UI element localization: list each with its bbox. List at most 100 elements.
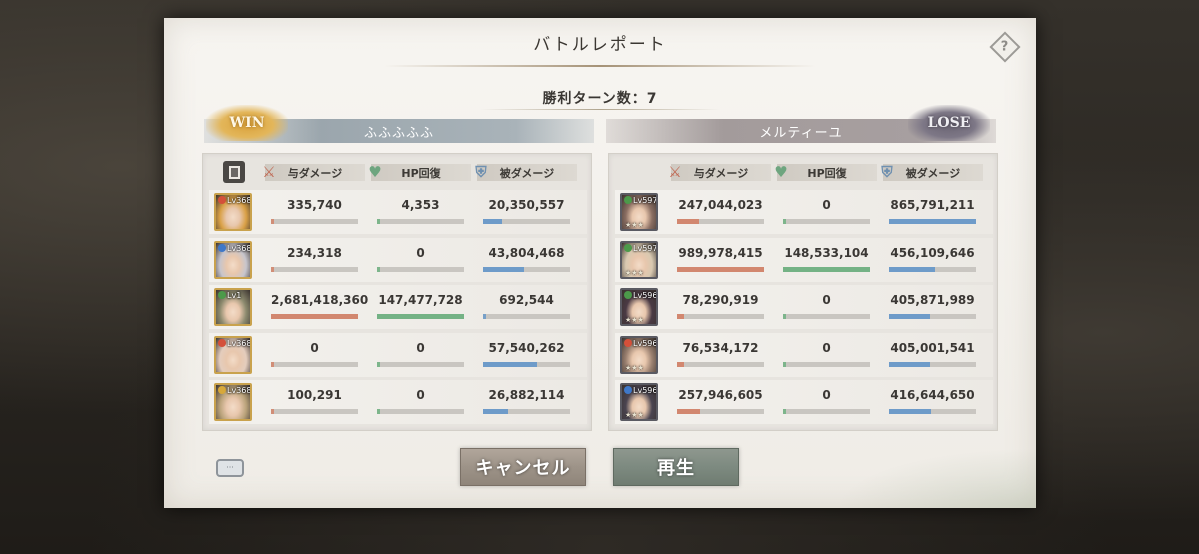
damage-taken-bar [889, 266, 976, 272]
column-damage-taken: ⛨ 被ダメージ [475, 163, 577, 181]
bar-fill [271, 409, 274, 414]
bar-fill [483, 409, 509, 414]
hp-recovery-value: 0 [822, 388, 831, 402]
member-row: Lv1 2,681,418,360 147,477,728 692,544 [209, 285, 587, 329]
damage-taken-bar [483, 219, 570, 224]
damage-dealt-value: 234,318 [287, 245, 342, 260]
character-portrait[interactable]: Lv368 [214, 193, 252, 231]
damage-taken-value: 865,791,211 [890, 198, 975, 212]
hp-recovery-value: 0 [822, 293, 831, 307]
damage-dealt-bar [271, 219, 358, 224]
member-row: Lv368 234,318 0 43,804,468 [209, 237, 587, 282]
cancel-button[interactable]: キャンセル [460, 448, 586, 486]
column-label: 与ダメージ [693, 166, 749, 180]
damage-taken-value: 20,350,557 [488, 198, 565, 212]
level-text: Lv368 [227, 386, 252, 395]
level-text: Lv368 [227, 196, 252, 205]
bar-fill [271, 219, 274, 224]
column-label: 与ダメージ [287, 166, 343, 180]
damage-dealt-value: 76,534,172 [682, 340, 759, 355]
damage-dealt-bar [271, 361, 358, 367]
bar-fill [271, 266, 274, 272]
bar-fill [677, 266, 764, 272]
damage-taken-value: 26,882,114 [488, 388, 565, 402]
character-portrait[interactable]: Lv596 ★★★ [620, 383, 658, 421]
column-label: 被ダメージ [499, 166, 555, 180]
member-row: Lv596 ★★★ 76,534,172 0 405,001,541 [615, 332, 993, 377]
shield-icon: ⛨ [881, 163, 893, 181]
damage-taken-value: 416,644,650 [890, 388, 975, 402]
damage-dealt-bar [271, 266, 358, 272]
question-diamond-icon: ? [989, 31, 1021, 63]
heart-icon: ♥ [368, 163, 382, 181]
hp-recovery-value: 147,477,728 [378, 293, 463, 307]
damage-taken-bar [889, 314, 976, 319]
damage-dealt-value: 335,740 [287, 198, 342, 212]
bar-fill [783, 314, 786, 319]
member-row: Lv368 335,740 4,353 20,350,557 [209, 190, 587, 234]
damage-taken-bar [483, 266, 570, 272]
bar-fill [783, 219, 786, 224]
hp-recovery-bar [783, 409, 870, 414]
bar-fill [677, 409, 700, 414]
hp-recovery-bar [783, 361, 870, 367]
damage-dealt-value: 989,978,415 [678, 245, 763, 260]
damage-dealt-bar [271, 409, 358, 414]
bar-fill [483, 266, 524, 272]
help-button[interactable]: ? [989, 31, 1021, 63]
element-icon [624, 291, 632, 299]
bar-fill [377, 361, 380, 367]
level-label: Lv1 [218, 291, 241, 300]
damage-dealt-value: 78,290,919 [682, 293, 759, 307]
hp-recovery-bar [377, 219, 464, 224]
character-portrait[interactable]: Lv1 [214, 288, 252, 326]
character-portrait[interactable]: Lv368 [214, 383, 252, 421]
star-rating-icon: ★★★ [625, 268, 644, 277]
star-rating-icon: ★★★ [625, 411, 644, 419]
win-badge: WIN [206, 105, 288, 141]
member-row: Lv597 ★★★ 247,044,023 0 865,791,211 [615, 190, 993, 234]
hp-recovery-bar [783, 314, 870, 319]
hp-recovery-value: 4,353 [401, 198, 440, 212]
column-label: 被ダメージ [905, 166, 961, 180]
toggle-view-icon[interactable] [223, 161, 245, 183]
level-text: Lv597 [633, 243, 658, 253]
bar-fill [677, 314, 684, 319]
damage-dealt-bar [677, 266, 764, 272]
bar-fill [271, 361, 274, 367]
member-row: Lv596 ★★★ 257,946,605 0 416,644,650 [615, 380, 993, 424]
damage-taken-bar [483, 314, 570, 319]
play-button[interactable]: 再生 [613, 448, 739, 486]
level-text: Lv596 [633, 338, 658, 348]
column-damage-dealt: ⚔ 与ダメージ [668, 163, 771, 181]
level-text: Lv1 [227, 291, 242, 300]
character-portrait[interactable]: Lv368 [214, 240, 252, 279]
damage-dealt-bar [677, 409, 764, 414]
chat-button[interactable]: ··· [214, 455, 246, 481]
heart-icon: ♥ [774, 163, 788, 181]
damage-dealt-bar [677, 361, 764, 367]
character-portrait[interactable]: Lv368 [214, 335, 252, 374]
sword-icon: ⚔ [262, 163, 276, 181]
damage-taken-bar [889, 219, 976, 224]
character-portrait[interactable]: Lv596 ★★★ [620, 288, 658, 326]
damage-taken-value: 405,871,989 [890, 293, 975, 307]
hp-recovery-value: 0 [822, 340, 831, 355]
character-portrait[interactable]: Lv596 ★★★ [620, 335, 658, 374]
element-icon [218, 386, 226, 394]
star-rating-icon: ★★★ [625, 363, 644, 372]
character-portrait[interactable]: Lv597 ★★★ [620, 240, 658, 279]
level-label: Lv597 [624, 243, 658, 253]
level-text: Lv368 [227, 338, 252, 348]
star-rating-icon: ★★★ [625, 221, 644, 229]
hp-recovery-value: 0 [416, 388, 425, 402]
damage-taken-bar [889, 409, 976, 414]
hp-recovery-bar [783, 219, 870, 224]
bar-fill [377, 409, 380, 414]
bar-fill [889, 361, 930, 367]
character-portrait[interactable]: Lv597 ★★★ [620, 193, 658, 231]
damage-taken-value: 57,540,262 [488, 340, 565, 355]
hp-recovery-bar [377, 266, 464, 272]
column-hp-recovery: ♥ HP回復 [368, 163, 471, 181]
bar-fill [483, 219, 503, 224]
